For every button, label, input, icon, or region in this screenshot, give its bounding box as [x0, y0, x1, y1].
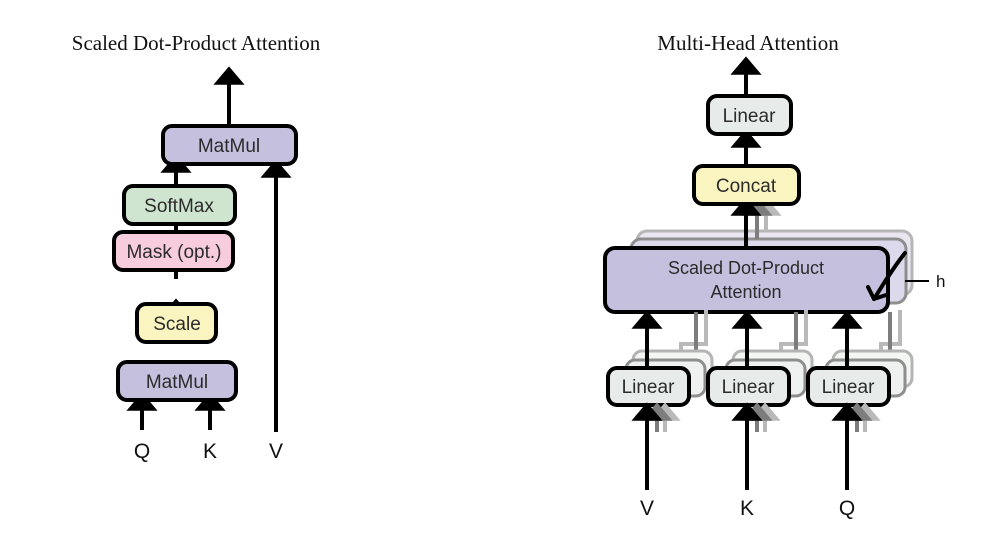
node-matmul-top[interactable]: MatMul	[161, 124, 298, 166]
node-linear-k[interactable]: Linear	[706, 366, 791, 407]
node-matmul-bottom[interactable]: MatMul	[116, 360, 238, 402]
node-sdpa[interactable]: Scaled Dot-Product Attention	[603, 246, 890, 314]
input-label-v-right: V	[640, 497, 654, 520]
node-softmax[interactable]: SoftMax	[122, 184, 237, 226]
node-linear-q[interactable]: Linear	[806, 366, 891, 407]
attention-figure: Scaled Dot-Product Attention MatMul Soft…	[0, 0, 993, 547]
node-linear-q-label: Linear	[822, 377, 875, 398]
node-softmax-label: SoftMax	[144, 196, 214, 217]
node-scale-label: Scale	[153, 314, 201, 335]
node-linear-out-label: Linear	[723, 106, 776, 127]
node-linear-v[interactable]: Linear	[606, 366, 691, 407]
node-matmul-bottom-label: MatMul	[146, 372, 208, 393]
h-annotation-label: h	[936, 272, 945, 291]
panel-title-left: Scaled Dot-Product Attention	[72, 31, 321, 55]
node-sdpa-label-line1: Scaled Dot-Product	[668, 258, 824, 278]
node-mask-label: Mask (opt.)	[126, 242, 221, 263]
node-mask[interactable]: Mask (opt.)	[112, 230, 235, 272]
node-scale[interactable]: Scale	[135, 302, 218, 344]
input-label-q-left: Q	[134, 440, 150, 463]
input-label-k-right: K	[740, 497, 754, 520]
node-concat-label: Concat	[716, 176, 777, 197]
node-linear-k-label: Linear	[722, 377, 775, 398]
node-sdpa-label-line2: Attention	[710, 282, 781, 302]
node-linear-out[interactable]: Linear	[706, 94, 793, 136]
input-label-v-left: V	[269, 440, 283, 463]
node-concat[interactable]: Concat	[692, 164, 801, 206]
node-matmul-top-label: MatMul	[198, 136, 260, 157]
panel-title-right: Multi-Head Attention	[657, 31, 839, 55]
input-label-q-right: Q	[839, 497, 855, 520]
input-label-k-left: K	[203, 440, 217, 463]
node-linear-v-label: Linear	[622, 377, 675, 398]
